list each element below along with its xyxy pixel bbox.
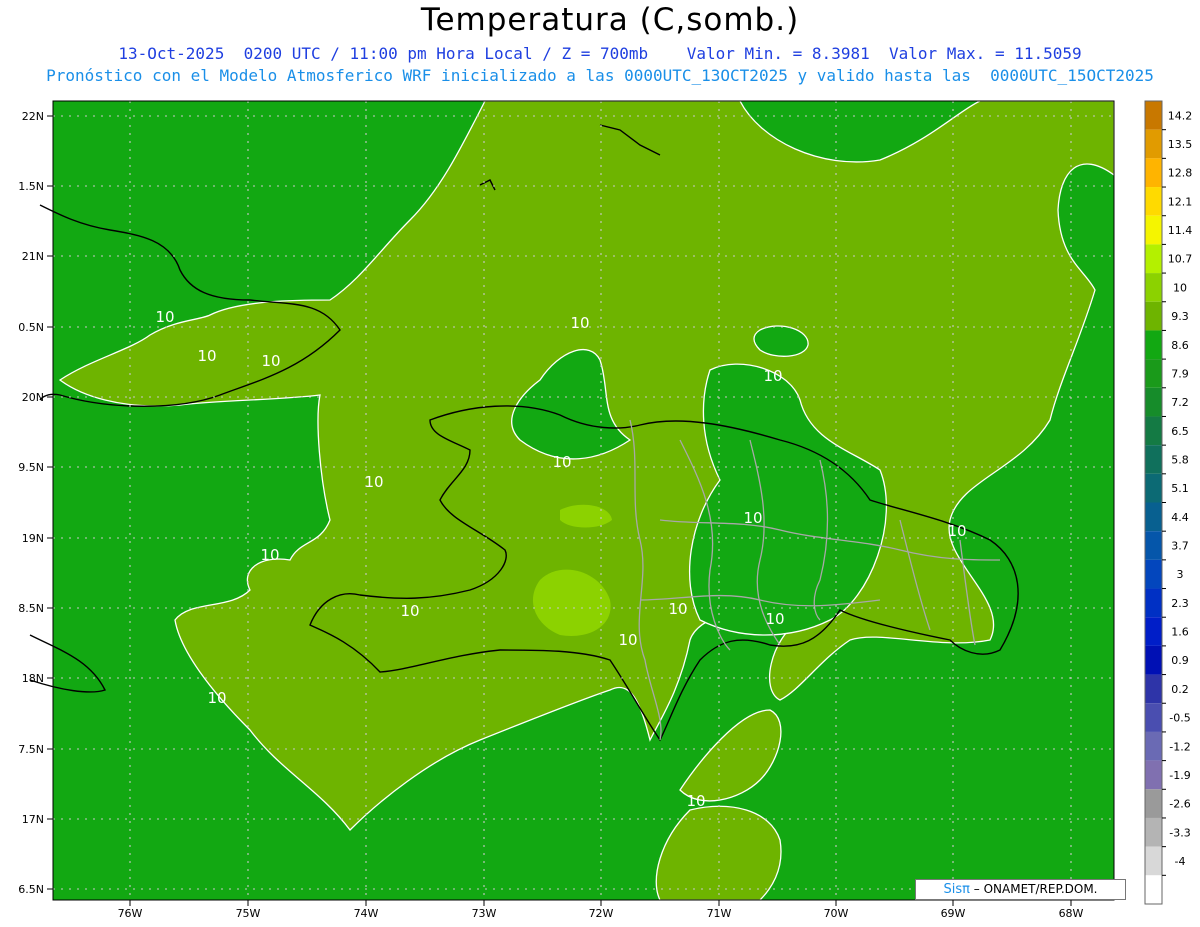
colorbar-swatch [1145, 416, 1162, 446]
contour-label: 10 [686, 792, 705, 810]
colorbar-swatch [1145, 846, 1162, 876]
colorbar-swatch [1145, 359, 1162, 388]
colorbar-swatch [1145, 559, 1162, 589]
contour-label: 10 [197, 347, 216, 365]
colorbar-label: 13.5 [1168, 138, 1193, 151]
colorbar-swatch [1145, 645, 1162, 675]
contour-label: 10 [618, 631, 637, 649]
colorbar-label: 5.8 [1171, 453, 1189, 466]
colorbar-label: 4.4 [1171, 511, 1189, 524]
latitude-axis: 22N 1.5N 21N 0.5N 20N 9.5N 19N 8.5N 18N 7.5N 17N 6.… [18, 110, 53, 896]
colorbar-swatch [1145, 502, 1162, 532]
colorbar-label: 2.3 [1171, 597, 1189, 610]
colorbar-label: -3.3 [1169, 826, 1190, 839]
lat-tick-label: 22N [22, 110, 44, 123]
colorbar-label: -0.5 [1169, 712, 1190, 725]
colorbar-swatch [1145, 101, 1162, 130]
contour-label: 10 [743, 509, 762, 527]
colorbar-label: 3.7 [1171, 540, 1189, 553]
lat-tick-label: 7.5N [18, 743, 44, 756]
lon-tick-label: 74W [354, 907, 379, 920]
colorbar-swatch [1145, 473, 1162, 503]
colorbar-swatch [1145, 674, 1162, 704]
colorbar-swatch [1145, 531, 1162, 560]
lat-tick-label: 20N [22, 391, 44, 404]
colorbar-swatch [1145, 387, 1162, 417]
lon-tick-label: 76W [118, 907, 143, 920]
colorbar-label: 0.2 [1171, 683, 1189, 696]
contour-label: 10 [668, 600, 687, 618]
colorbar-label: 0.9 [1171, 654, 1189, 667]
colorbar-label: 6.5 [1171, 425, 1189, 438]
contour-label: 10 [261, 352, 280, 370]
colorbar-swatch [1145, 817, 1162, 847]
colorbar-swatch [1145, 273, 1162, 302]
contour-label: 10 [763, 367, 782, 385]
colorbar: 14.2 13.5 12.8 12.1 11.4 10.7 10 9.3 8.6 7.9 7.2 6.… [1144, 100, 1193, 905]
lat-tick-label: 0.5N [18, 321, 44, 334]
contour-label: 10 [552, 453, 571, 471]
lat-tick-label: 9.5N [18, 461, 44, 474]
lat-tick-label: 19N [22, 532, 44, 545]
colorbar-label: -1.9 [1169, 769, 1190, 782]
colorbar-swatch [1145, 129, 1162, 159]
colorbar-swatch [1145, 789, 1162, 818]
colorbar-swatch [1145, 301, 1162, 331]
contour-label: 10 [400, 602, 419, 620]
contour-label: 10 [570, 314, 589, 332]
sispi-logo: Sisπ [943, 882, 970, 897]
lon-tick-label: 71W [707, 907, 732, 920]
colorbar-swatch [1145, 215, 1162, 245]
lat-tick-label: 18N [22, 672, 44, 685]
colorbar-label: 3 [1177, 568, 1184, 581]
colorbar-label: 12.1 [1168, 195, 1193, 208]
lon-tick-label: 72W [589, 907, 614, 920]
colorbar-swatch [1145, 617, 1162, 646]
colorbar-swatch [1145, 588, 1162, 618]
lon-tick-label: 68W [1059, 907, 1084, 920]
lon-tick-label: 69W [941, 907, 966, 920]
contour-label: 10 [155, 308, 174, 326]
colorbar-label: 7.2 [1171, 396, 1189, 409]
colorbar-label: -1.2 [1169, 740, 1190, 753]
lat-tick-label: 21N [22, 250, 44, 263]
colorbar-label: 12.8 [1168, 167, 1193, 180]
colorbar-swatch [1145, 187, 1162, 216]
longitude-axis: 76W 75W 74W 73W 72W 71W 70W 69W 68W [118, 900, 1084, 920]
lon-tick-label: 70W [824, 907, 849, 920]
contour-label: 10 [207, 689, 226, 707]
temperature-map: 10 10 10 10 10 10 10 10 10 10 10 10 10 10 10 10 22N 1.5N… [18, 100, 1193, 920]
contour-label: 10 [260, 546, 279, 564]
lon-tick-label: 73W [472, 907, 497, 920]
colorbar-swatch [1145, 445, 1162, 474]
lon-tick-label: 75W [236, 907, 261, 920]
colorbar-swatch [1145, 731, 1162, 761]
colorbar-label: -4 [1175, 855, 1186, 868]
credit-text: – ONAMET/REP.DOM. [969, 882, 1098, 896]
contour-label: 10 [765, 610, 784, 628]
colorbar-swatch [1145, 703, 1162, 732]
colorbar-label: -2.6 [1169, 798, 1190, 811]
colorbar-swatch [1145, 875, 1162, 904]
colorbar-label: 7.9 [1171, 367, 1189, 380]
credit-badge: Sisπ – ONAMET/REP.DOM. [915, 879, 1126, 900]
lat-tick-label: 17N [22, 813, 44, 826]
colorbar-label: 10.7 [1168, 253, 1193, 266]
colorbar-label: 9.3 [1171, 310, 1189, 323]
colorbar-label: 1.6 [1171, 626, 1189, 639]
colorbar-swatch [1145, 330, 1162, 360]
lat-tick-label: 8.5N [18, 602, 44, 615]
colorbar-swatch [1145, 760, 1162, 790]
colorbar-swatch [1145, 244, 1162, 274]
contour-label: 10 [364, 473, 383, 491]
colorbar-label: 10 [1173, 281, 1187, 294]
contour-label: 10 [947, 522, 966, 540]
colorbar-label: 14.2 [1168, 109, 1193, 122]
lat-tick-label: 6.5N [18, 883, 44, 896]
colorbar-label: 8.6 [1171, 339, 1189, 352]
lat-tick-label: 1.5N [18, 180, 44, 193]
colorbar-label: 5.1 [1171, 482, 1189, 495]
colorbar-swatch [1145, 158, 1162, 188]
colorbar-label: 11.4 [1168, 224, 1193, 237]
